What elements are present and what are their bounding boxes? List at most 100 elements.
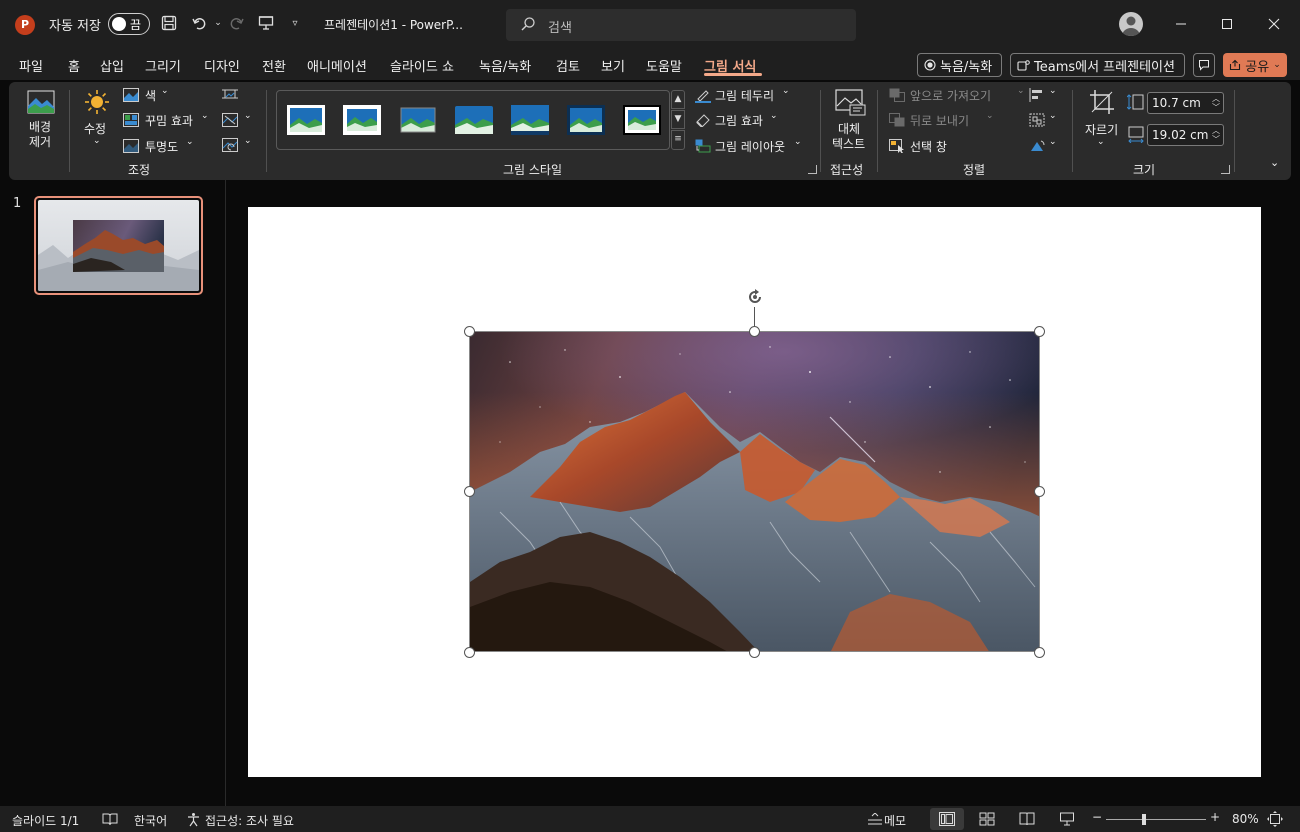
gallery-scroll-down-icon[interactable]: ▼: [671, 110, 685, 129]
maximize-icon[interactable]: [1215, 12, 1239, 36]
collapse-ribbon-icon[interactable]: ⌄: [1270, 156, 1279, 169]
resize-handle-top[interactable]: [749, 326, 760, 337]
width-input[interactable]: 19.02 cm ︿ ﹀: [1147, 124, 1224, 146]
artistic-effects-button[interactable]: 꾸밈 효과 ⌄: [123, 111, 213, 131]
tab-home[interactable]: 홈: [68, 56, 80, 75]
picture-style-2[interactable]: [343, 105, 381, 135]
save-icon[interactable]: [158, 12, 180, 34]
align-button[interactable]: ⌄: [1029, 86, 1063, 106]
zoom-slider-track[interactable]: [1106, 819, 1206, 820]
selection-pane-button[interactable]: 선택 창: [889, 137, 969, 157]
tab-insert[interactable]: 삽입: [100, 56, 124, 75]
color-button[interactable]: 색 ⌄: [123, 86, 183, 106]
search-box[interactable]: 검색: [506, 9, 856, 41]
picture-style-5[interactable]: [511, 105, 549, 135]
resize-handle-left[interactable]: [464, 486, 475, 497]
group-label-picture-styles: 그림 스타일: [503, 163, 563, 177]
tab-slideshow[interactable]: 슬라이드 쇼: [390, 56, 454, 75]
slide-thumbnail[interactable]: [34, 196, 203, 295]
teams-present-button[interactable]: Teams에서 프레젠테이션: [1010, 53, 1185, 77]
align-icon: [1029, 88, 1042, 102]
gallery-scroll-up-icon[interactable]: ▲: [671, 90, 685, 109]
resize-handle-bottom-right[interactable]: [1034, 647, 1045, 658]
picture-styles-launcher-icon[interactable]: [808, 165, 817, 174]
height-spin-down-icon[interactable]: ﹀: [1212, 104, 1220, 112]
size-launcher-icon[interactable]: [1221, 165, 1230, 174]
rotate-button[interactable]: ⌄: [1029, 137, 1063, 157]
height-value: 10.7 cm: [1152, 96, 1201, 110]
compress-pictures-button[interactable]: [222, 87, 242, 105]
separator: [69, 90, 70, 172]
picture-style-6[interactable]: [567, 105, 605, 135]
share-button[interactable]: 공유 ⌄: [1223, 53, 1287, 77]
mountain-picture[interactable]: [469, 331, 1040, 652]
width-spin-down-icon[interactable]: ﹀: [1212, 136, 1220, 144]
zoom-out-icon[interactable]: −: [1092, 810, 1102, 824]
width-spin-up-icon[interactable]: ︿: [1212, 127, 1220, 135]
gallery-more-icon[interactable]: ≡: [671, 130, 685, 150]
comments-button[interactable]: [1193, 53, 1215, 77]
picture-border-button[interactable]: 그림 테두리 ⌄: [695, 86, 795, 106]
transparency-button[interactable]: 투명도 ⌄: [123, 137, 203, 157]
tab-animations[interactable]: 애니메이션: [307, 56, 367, 75]
account-avatar-icon[interactable]: [1119, 12, 1143, 36]
picture-effects-button[interactable]: 그림 효과 ⌄: [695, 111, 785, 131]
crop-button[interactable]: 자르기 ⌄: [1082, 88, 1122, 154]
picture-style-3[interactable]: [399, 105, 437, 135]
slide-sorter-view-icon[interactable]: [979, 812, 995, 826]
height-input[interactable]: 10.7 cm ︿ ﹀: [1147, 92, 1224, 114]
reset-picture-button[interactable]: ⌄: [222, 136, 256, 156]
rotate-handle-icon[interactable]: [745, 287, 765, 307]
redo-icon[interactable]: [226, 12, 248, 34]
record-button[interactable]: 녹음/녹화: [917, 53, 1002, 77]
bring-forward-button[interactable]: 앞으로 가져오기 ⌄: [889, 86, 1025, 106]
picture-style-1[interactable]: [287, 105, 325, 135]
alt-text-button[interactable]: 대체 텍스트: [829, 88, 871, 154]
height-spin-up-icon[interactable]: ︿: [1212, 95, 1220, 103]
resize-handle-right[interactable]: [1034, 486, 1045, 497]
change-picture-button[interactable]: ⌄: [222, 111, 256, 131]
reset-picture-dropdown-icon: ⌄: [244, 136, 252, 146]
zoom-level[interactable]: 80%: [1232, 812, 1259, 826]
tab-view[interactable]: 보기: [601, 56, 625, 75]
accessibility-status[interactable]: 접근성: 조사 필요: [205, 812, 294, 829]
tab-review[interactable]: 검토: [556, 56, 580, 75]
tab-design[interactable]: 디자인: [204, 56, 240, 75]
group-dropdown-icon: ⌄: [1049, 111, 1057, 121]
share-dropdown-icon: ⌄: [1273, 60, 1281, 70]
resize-handle-bottom[interactable]: [749, 647, 760, 658]
tab-help[interactable]: 도움말: [646, 56, 682, 75]
send-backward-button[interactable]: 뒤로 보내기 ⌄: [889, 111, 999, 131]
present-icon[interactable]: [255, 12, 277, 34]
normal-view-icon[interactable]: [939, 812, 955, 826]
tab-transitions[interactable]: 전환: [262, 56, 286, 75]
zoom-slider-thumb[interactable]: [1142, 814, 1146, 825]
customize-toolbar-icon[interactable]: ▿: [284, 12, 306, 34]
picture-style-4[interactable]: [455, 105, 493, 135]
resize-handle-top-right[interactable]: [1034, 326, 1045, 337]
autosave-toggle[interactable]: 끔: [108, 13, 150, 35]
minimize-icon[interactable]: [1169, 12, 1193, 36]
remove-background-button[interactable]: 배경 제거: [23, 88, 59, 154]
comment-icon: [1199, 60, 1209, 71]
corrections-button[interactable]: 수정 ⌄: [81, 88, 113, 154]
picture-layout-button[interactable]: 그림 레이아웃 ⌄: [695, 137, 805, 157]
accessibility-icon[interactable]: [186, 812, 201, 827]
zoom-in-icon[interactable]: +: [1210, 810, 1220, 824]
resize-handle-top-left[interactable]: [464, 326, 475, 337]
resize-handle-bottom-left[interactable]: [464, 647, 475, 658]
tab-record[interactable]: 녹음/녹화: [479, 56, 531, 75]
close-icon[interactable]: [1262, 12, 1286, 36]
group-label-arrange: 정렬: [963, 163, 986, 177]
picture-style-7[interactable]: [623, 105, 661, 135]
tab-file[interactable]: 파일: [19, 56, 43, 75]
send-backward-icon: [889, 113, 905, 127]
reading-view-icon[interactable]: [1019, 812, 1035, 826]
group-objects-button[interactable]: ⌄: [1029, 111, 1063, 131]
notes-button[interactable]: 메모: [884, 812, 906, 829]
spelling-check-icon[interactable]: [102, 812, 118, 826]
language-indicator[interactable]: 한국어: [134, 812, 167, 829]
slideshow-view-icon[interactable]: [1059, 811, 1075, 827]
tab-draw[interactable]: 그리기: [145, 56, 181, 75]
fit-to-window-icon[interactable]: [1267, 811, 1283, 827]
